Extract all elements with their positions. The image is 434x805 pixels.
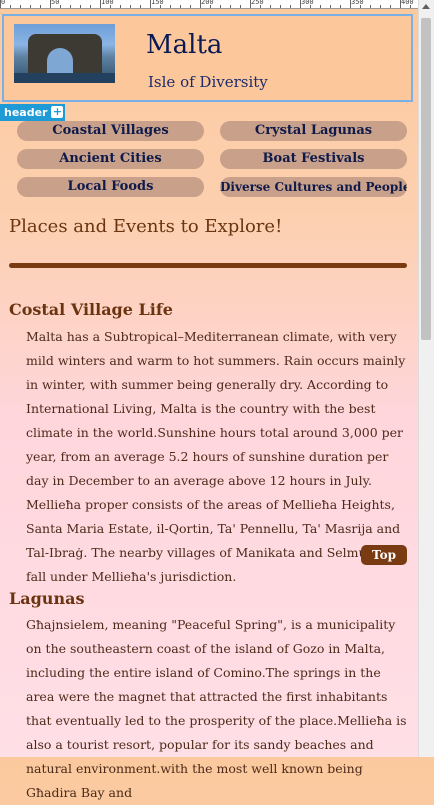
ruler-tick: [310, 5, 311, 8]
ruler-tick: [380, 5, 381, 8]
back-to-top-button[interactable]: Top: [361, 545, 407, 565]
ruler-tick: [280, 5, 281, 8]
ruler-tick: [340, 5, 341, 8]
section-heading: Places and Events to Explore!: [9, 216, 283, 237]
ruler-tick: [0, 0, 1, 8]
nav-crystal-lagunas[interactable]: Crystal Lagunas: [220, 121, 407, 141]
ruler-label: 200: [201, 0, 214, 6]
ruler-tick: [360, 5, 361, 8]
ruler-tick: [270, 5, 271, 8]
section-divider: [9, 263, 407, 268]
ruler-tick: [140, 5, 141, 8]
ruler-tick: [50, 0, 51, 8]
ruler-tick: [200, 0, 201, 8]
ruler-tick: [30, 5, 31, 8]
ruler-tick: [400, 0, 401, 8]
photo-sea: [14, 73, 115, 83]
ruler-tick: [210, 5, 211, 8]
ruler-tick: [40, 5, 41, 8]
ruler-label: 50: [51, 0, 60, 6]
ruler-tick: [80, 5, 81, 8]
ruler: 0 50 100 150 200 250 300 350 400: [0, 0, 420, 9]
article-title: Costal Village Life: [9, 300, 173, 319]
ruler-tick: [160, 5, 161, 8]
ruler-label: 100: [101, 0, 114, 6]
ruler-tick: [110, 5, 111, 8]
site-title: Malta: [146, 30, 223, 60]
ruler-tick: [60, 5, 61, 8]
ruler-tick: [230, 5, 231, 8]
nav-coastal-villages[interactable]: Coastal Villages: [17, 121, 204, 141]
element-tag-label: header: [4, 106, 48, 119]
ruler-tick: [90, 5, 91, 8]
ruler-tick: [120, 5, 121, 8]
site-header: Malta Isle of Diversity: [2, 14, 413, 102]
header-photo: [14, 24, 115, 83]
ruler-label: 350: [351, 0, 364, 6]
ruler-label: 300: [301, 0, 314, 6]
site-subtitle: Isle of Diversity: [148, 73, 268, 91]
ruler-tick: [190, 5, 191, 8]
ruler-tick: [350, 0, 351, 8]
ruler-tick: [330, 5, 331, 8]
ruler-label: 150: [151, 0, 164, 6]
article-title: Lagunas: [9, 589, 85, 608]
ruler-tick: [290, 5, 291, 8]
article-body: Malta has a Subtropical–Mediterranean cl…: [26, 329, 406, 584]
ruler-label: 0: [1, 0, 6, 6]
element-inspector-tag[interactable]: header +: [0, 104, 66, 121]
ruler-tick: [370, 5, 371, 8]
ruler-tick: [320, 5, 321, 8]
ruler-tick: [170, 5, 171, 8]
nav-boat-festivals[interactable]: Boat Festivals: [220, 149, 407, 169]
nav-ancient-cities[interactable]: Ancient Cities: [17, 149, 204, 169]
ruler-tick: [10, 5, 11, 8]
vertical-scrollbar[interactable]: [418, 0, 434, 757]
ruler-label: 250: [251, 0, 264, 6]
nav-local-foods[interactable]: Local Foods: [17, 177, 204, 197]
scrollbar-thumb[interactable]: [421, 18, 431, 340]
ruler-tick: [180, 5, 181, 8]
ruler-tick: [240, 5, 241, 8]
ruler-tick: [20, 5, 21, 8]
ruler-tick: [150, 0, 151, 8]
ruler-tick: [100, 0, 101, 8]
ruler-tick: [390, 5, 391, 8]
nav-diverse-cultures[interactable]: Diverse Cultures and People: [220, 177, 407, 197]
scroll-up-arrow-icon[interactable]: [422, 4, 430, 9]
ruler-tick: [260, 5, 261, 8]
ruler-label: 400: [401, 0, 414, 6]
ruler-tick: [250, 0, 251, 8]
ruler-tick: [300, 0, 301, 8]
ruler-tick: [220, 5, 221, 8]
ruler-tick: [410, 5, 411, 8]
plus-icon[interactable]: +: [51, 106, 64, 118]
ruler-tick: [70, 5, 71, 8]
ruler-tick: [130, 5, 131, 8]
article-body: Għajnsielem, meaning "Peaceful Spring", …: [26, 617, 407, 800]
